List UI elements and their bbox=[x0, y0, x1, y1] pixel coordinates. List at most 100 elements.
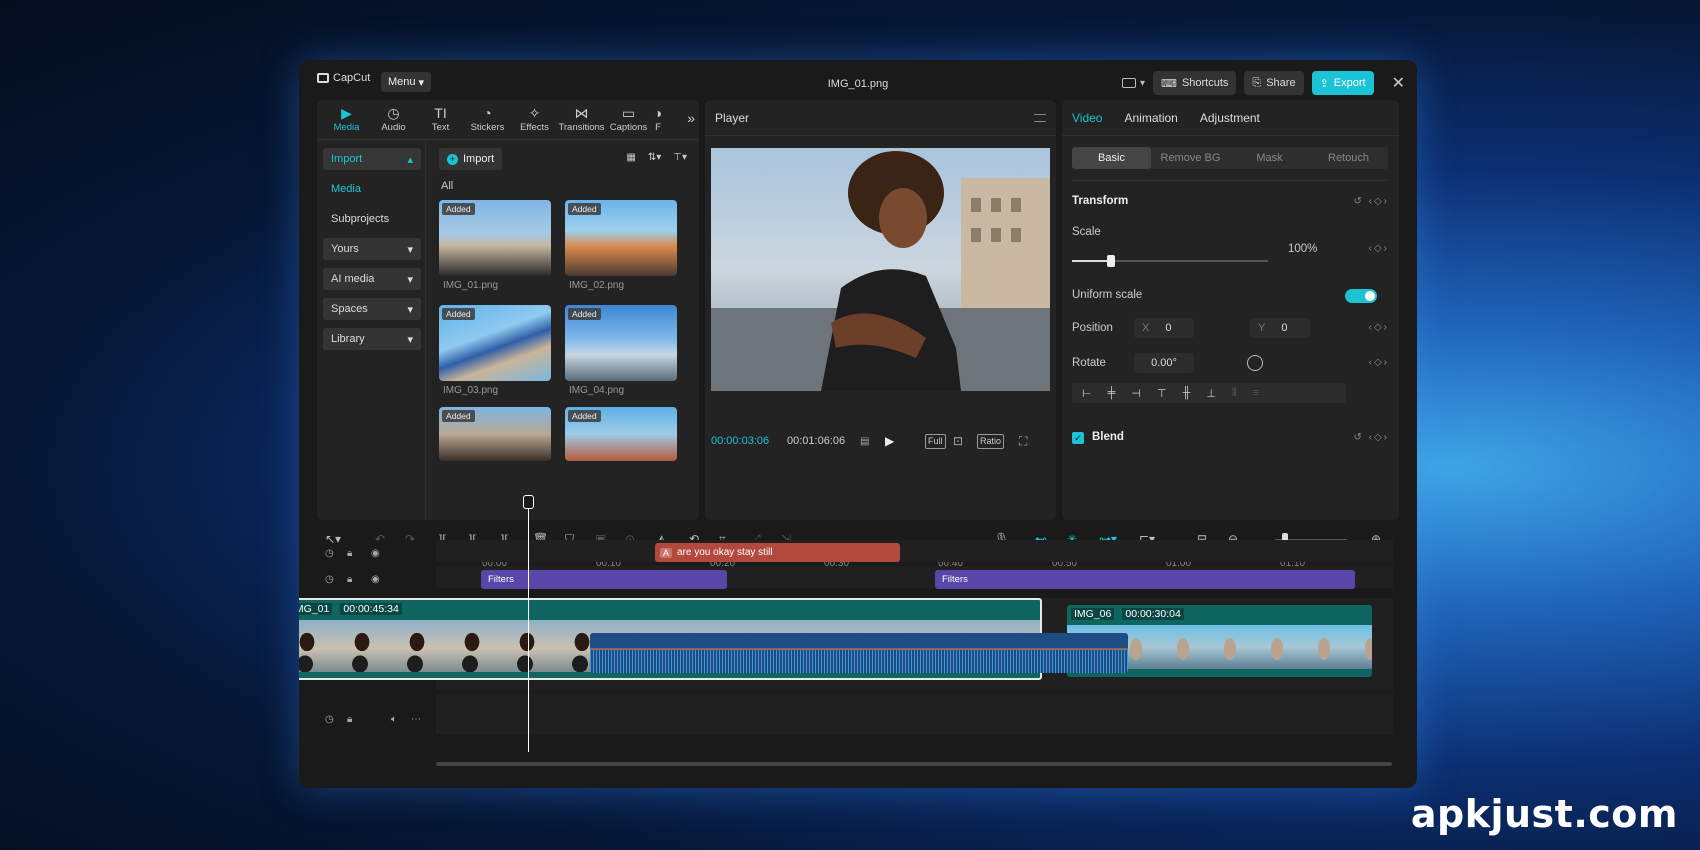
eye-icon[interactable]: ◉ bbox=[371, 574, 380, 585]
media-thumbnail[interactable]: Added bbox=[565, 305, 677, 381]
segment-retouch[interactable]: Retouch bbox=[1309, 147, 1388, 169]
blend-checkbox[interactable]: ✓ bbox=[1072, 432, 1084, 444]
select-tool-icon[interactable]: ↖▾ bbox=[325, 532, 341, 546]
fullscreen-icon[interactable]: ⛶ bbox=[1019, 434, 1027, 449]
align-bottom-icon[interactable]: ⊥ bbox=[1206, 387, 1216, 400]
media-thumbnail[interactable]: Added bbox=[439, 200, 551, 276]
position-y-field[interactable]: Y0 bbox=[1250, 318, 1310, 338]
align-center-v-icon[interactable]: ╫ bbox=[1183, 387, 1191, 399]
align-left-icon[interactable]: ⊢ bbox=[1082, 387, 1092, 400]
nav-media[interactable]: Media bbox=[323, 178, 421, 200]
nav-yours[interactable]: Yours ▾ bbox=[323, 238, 421, 260]
media-thumbnail[interactable]: Added bbox=[439, 305, 551, 381]
uniform-scale-toggle[interactable] bbox=[1345, 289, 1377, 303]
align-right-icon[interactable]: ⊣ bbox=[1131, 387, 1141, 400]
tab-stickers[interactable]: ◔ Stickers bbox=[464, 100, 511, 139]
playhead-line[interactable] bbox=[528, 498, 529, 752]
waveform-icon[interactable]: ▤ bbox=[860, 436, 869, 447]
align-top-icon[interactable]: ⊤ bbox=[1157, 387, 1167, 400]
clip-duration: 00:00:45:34 bbox=[340, 603, 402, 615]
segment-mask[interactable]: Mask bbox=[1230, 147, 1309, 169]
tab-filters[interactable]: ◑ F bbox=[652, 100, 664, 139]
audio-clip[interactable] bbox=[590, 633, 1128, 673]
nav-import[interactable]: Import ▴ bbox=[323, 148, 421, 170]
media-filename: IMG_01.png bbox=[443, 280, 499, 291]
position-x-field[interactable]: X0 bbox=[1134, 318, 1194, 338]
tab-media[interactable]: ▶ Media bbox=[323, 100, 370, 139]
lock-icon[interactable]: 🔒︎ bbox=[347, 574, 352, 585]
shortcuts-button[interactable]: ⌨ Shortcuts bbox=[1153, 71, 1237, 95]
keyframe-icon[interactable]: ‹◇› bbox=[1369, 322, 1389, 333]
lock-icon[interactable]: 🔒︎ bbox=[347, 548, 352, 559]
sort-icon[interactable]: ⇅▾ bbox=[648, 152, 661, 163]
play-icon[interactable]: ▶ bbox=[885, 434, 894, 448]
blend-heading[interactable]: Blend bbox=[1092, 431, 1124, 443]
audio-track-icon[interactable]: ◷ bbox=[325, 714, 334, 725]
uniform-scale-label: Uniform scale bbox=[1072, 289, 1143, 301]
audio-waveform bbox=[590, 649, 1128, 673]
snapshot-icon[interactable]: ⊡ bbox=[953, 434, 963, 448]
text-clip[interactable]: A are you okay stay still bbox=[655, 543, 900, 562]
scale-slider[interactable] bbox=[1072, 255, 1268, 267]
menu-icon[interactable] bbox=[1034, 113, 1046, 122]
tab-animation[interactable]: Animation bbox=[1124, 111, 1177, 125]
more-icon[interactable]: ⋯ bbox=[411, 714, 421, 725]
tab-video[interactable]: Video bbox=[1072, 111, 1102, 125]
rotate-dial-icon[interactable] bbox=[1247, 355, 1263, 371]
keyboard-icon: ⌨ bbox=[1161, 77, 1177, 90]
tab-label: Stickers bbox=[470, 122, 505, 133]
share-button[interactable]: ⎘ Share bbox=[1244, 71, 1304, 95]
more-tabs-icon[interactable]: » bbox=[687, 110, 695, 126]
full-button[interactable]: Full bbox=[925, 433, 946, 449]
media-thumbnail[interactable]: Added bbox=[565, 200, 677, 276]
nav-ai-media[interactable]: AI media ▾ bbox=[323, 268, 421, 290]
close-icon[interactable]: ✕ bbox=[1392, 73, 1405, 93]
track-timer-icon[interactable]: ◷ bbox=[325, 548, 334, 559]
upload-icon: ⇪ bbox=[1319, 77, 1329, 90]
ratio-button[interactable]: Ratio bbox=[977, 433, 1005, 449]
nav-library[interactable]: Library ▾ bbox=[323, 328, 421, 350]
tab-effects[interactable]: ✧ Effects bbox=[511, 100, 558, 139]
align-center-h-icon[interactable]: ╪ bbox=[1108, 387, 1116, 399]
chevron-down-icon: ▾ bbox=[1140, 77, 1146, 89]
import-button[interactable]: + Import bbox=[439, 148, 503, 170]
segment-basic[interactable]: Basic bbox=[1072, 147, 1151, 169]
media-thumbnail[interactable]: Added bbox=[439, 407, 551, 461]
tab-text[interactable]: TI Text bbox=[417, 100, 464, 139]
segment-remove-bg[interactable]: Remove BG bbox=[1151, 147, 1230, 169]
tab-transitions[interactable]: ⋈ Transitions bbox=[558, 100, 605, 139]
filter-clip[interactable]: Filters bbox=[481, 570, 727, 589]
filter-icon[interactable]: ⊤▾ bbox=[673, 152, 687, 163]
nav-spaces[interactable]: Spaces ▾ bbox=[323, 298, 421, 320]
current-timecode: 00:00:03:06 bbox=[711, 435, 770, 447]
tab-label: Audio bbox=[381, 122, 406, 133]
scale-value[interactable]: 100% bbox=[1288, 243, 1317, 255]
export-button[interactable]: ⇪ Export bbox=[1311, 71, 1374, 95]
scale-slider-handle[interactable] bbox=[1107, 255, 1116, 267]
layout-icon bbox=[1122, 78, 1137, 88]
tab-captions[interactable]: ▭ Captions bbox=[605, 100, 652, 139]
nav-label: Spaces bbox=[331, 303, 368, 315]
keyframe-icon[interactable]: ‹◇› bbox=[1369, 357, 1389, 368]
track-timer-icon[interactable]: ◷ bbox=[325, 574, 334, 585]
keyframe-icon[interactable]: ‹◇› bbox=[1369, 243, 1389, 254]
tab-adjustment[interactable]: Adjustment bbox=[1200, 111, 1260, 125]
rotate-field[interactable]: 0.00° bbox=[1134, 353, 1194, 373]
layout-button[interactable]: ▾ bbox=[1122, 78, 1145, 89]
grid-view-icon[interactable]: ▦ bbox=[626, 152, 635, 163]
transitions-icon: ⋈ bbox=[574, 105, 589, 121]
tab-audio[interactable]: ◷ Audio bbox=[370, 100, 417, 139]
reset-keyframe-icon[interactable]: ↺ ‹◇› bbox=[1353, 196, 1389, 207]
filter-clip[interactable]: Filters bbox=[935, 570, 1355, 589]
video-preview[interactable] bbox=[711, 148, 1050, 391]
tab-label: Text bbox=[431, 122, 450, 133]
transform-heading[interactable]: Transform bbox=[1072, 195, 1128, 207]
lock-icon[interactable]: 🔒︎ bbox=[347, 714, 352, 725]
timeline-scrollbar[interactable] bbox=[436, 762, 1392, 766]
eye-icon[interactable]: ◉ bbox=[371, 548, 380, 559]
nav-subprojects[interactable]: Subprojects bbox=[323, 208, 421, 230]
reset-keyframe-icon[interactable]: ↺ ‹◇› bbox=[1353, 432, 1389, 443]
media-thumbnail[interactable]: Added bbox=[565, 407, 677, 461]
speaker-icon[interactable]: 🔈︎ bbox=[391, 714, 397, 725]
playhead-handle[interactable] bbox=[523, 495, 534, 509]
